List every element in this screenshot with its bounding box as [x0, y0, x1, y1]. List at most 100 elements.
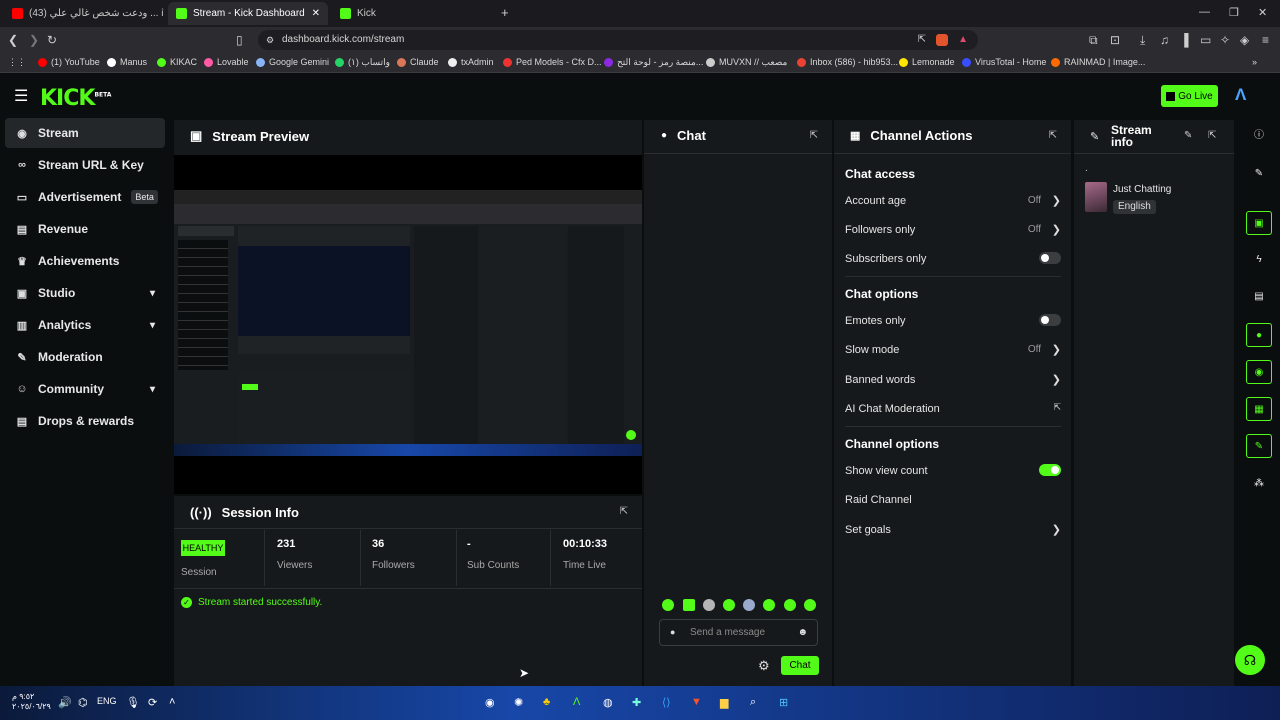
emoji-icon[interactable]: ☻	[797, 620, 808, 645]
network-icon[interactable]: ⌬	[78, 696, 88, 709]
session-info-toggle-icon[interactable]: ◉	[1246, 360, 1272, 384]
start-menu-icon[interactable]: ⊞	[779, 696, 788, 709]
row-banned-words[interactable]: Banned words ❯	[845, 374, 1061, 388]
app-puzzle-icon[interactable]: ✚	[632, 696, 641, 709]
layout-icon[interactable]: ⁂	[1246, 472, 1272, 496]
app-steam-icon[interactable]: ◍	[603, 696, 613, 709]
notes-icon[interactable]: ▤	[1246, 285, 1272, 309]
tab-kick[interactable]: Kick	[332, 2, 492, 25]
emote-icon[interactable]	[723, 599, 735, 611]
brave-rewards-icon[interactable]: ▲	[958, 30, 968, 50]
tray-icon[interactable]: ⟳	[148, 696, 157, 709]
row-raid-channel[interactable]: Raid Channel	[845, 494, 1061, 508]
bookmark-item[interactable]: Claude	[397, 57, 439, 67]
chat-toggle-icon[interactable]: ●	[1246, 323, 1272, 347]
row-set-goals[interactable]: Set goals ❯	[845, 524, 1061, 538]
close-window-button[interactable]: ✕	[1258, 6, 1267, 19]
bookmark-item[interactable]: VirusTotal - Home	[962, 57, 1046, 67]
channel-actions-toggle-icon[interactable]: ▦	[1246, 397, 1272, 421]
row-slow-mode[interactable]: Slow mode Off ❯	[845, 344, 1061, 358]
downloads-icon[interactable]: ⤓	[1140, 33, 1145, 48]
app-chatgpt-icon[interactable]: ✺	[514, 696, 523, 709]
bookmark-item[interactable]: Google Gemini	[256, 57, 329, 67]
site-info-icon[interactable]: ⚙	[266, 30, 274, 50]
bookmark-item[interactable]: منصة رمز - لوحة التح...	[604, 57, 703, 68]
emote-icon[interactable]	[743, 599, 755, 611]
app-kick-icon[interactable]: Λ	[573, 696, 580, 708]
emote-icon[interactable]	[662, 599, 674, 611]
system-clock[interactable]: ٩:٥٢ م ٢٠٢٥/٠٦/٢٩	[12, 692, 51, 712]
stream-info-toggle-icon[interactable]: ✎	[1246, 434, 1272, 458]
emote-icon[interactable]	[683, 599, 695, 611]
bookmark-item[interactable]: (1) YouTube	[38, 57, 100, 67]
bookmark-item[interactable]: Inbox (586) - hib953...	[797, 57, 898, 67]
media-icon[interactable]: ♫	[1160, 33, 1169, 47]
kick-logo[interactable]: KICKBETA	[40, 86, 111, 111]
reload-icon[interactable]: ↻	[47, 33, 57, 47]
menu-icon[interactable]: ≡	[1262, 33, 1269, 47]
chat-message-input[interactable]: ● Send a message ☻	[659, 619, 818, 646]
stream-preview-toggle-icon[interactable]: ▣	[1246, 211, 1272, 235]
popout-icon[interactable]: ⇱	[620, 506, 628, 517]
send-chat-button[interactable]: Chat	[781, 656, 819, 675]
leo-icon[interactable]: ✧	[1220, 33, 1230, 47]
bookmark-item[interactable]: Lemonade	[899, 57, 955, 67]
edit-pencil-icon[interactable]: ✎	[1184, 130, 1192, 141]
close-tab-icon[interactable]: ✕	[312, 8, 320, 19]
sidebar-item-analytics[interactable]: ▥ Analytics ▾	[5, 310, 165, 340]
sidebar-item-stream-url-key[interactable]: ∞ Stream URL & Key	[5, 150, 165, 180]
maximize-button[interactable]: ❐	[1229, 6, 1239, 19]
show-view-count-toggle[interactable]	[1039, 464, 1061, 476]
row-ai-chat-moderation[interactable]: AI Chat Moderation ⇱	[845, 402, 1061, 417]
forward-icon[interactable]: ❯	[29, 33, 39, 47]
app-brave-icon[interactable]: ▼	[691, 696, 702, 708]
bookmark-item[interactable]: KIKAC	[157, 57, 197, 67]
app-duck-icon[interactable]: ♣	[543, 696, 550, 708]
popout-icon[interactable]: ⇱	[1049, 130, 1057, 141]
app-obs-icon[interactable]: ◉	[485, 696, 495, 709]
bookmark-item[interactable]: Manus	[107, 57, 147, 67]
emote-icon[interactable]	[763, 599, 775, 611]
volume-icon[interactable]: 🔊	[58, 696, 72, 709]
sidebar-item-moderation[interactable]: ✎ Moderation	[5, 342, 165, 372]
more-bookmarks-icon[interactable]: »	[1252, 57, 1257, 67]
bookmark-item[interactable]: RAINMAD | Image...	[1051, 57, 1145, 67]
show-hidden-icons-icon[interactable]: ˄	[169, 696, 175, 708]
help-support-icon[interactable]: ☊	[1235, 645, 1265, 675]
go-live-button[interactable]: Go Live	[1161, 85, 1218, 107]
sidebar-item-achievements[interactable]: ♛ Achievements	[5, 246, 165, 276]
quick-actions-icon[interactable]: ϟ	[1246, 248, 1272, 272]
row-followers-only[interactable]: Followers only Off ❯	[845, 224, 1061, 238]
emote-icon[interactable]	[784, 599, 796, 611]
share-icon[interactable]: ⇱	[918, 30, 926, 50]
bookmark-item[interactable]: Ped Models - Cfx D...	[503, 57, 602, 67]
new-tab-button[interactable]: +	[501, 5, 509, 20]
wallet-icon[interactable]: ▭	[1200, 33, 1211, 47]
bookmark-icon[interactable]: ▯	[236, 33, 243, 47]
language-indicator[interactable]: ENG	[97, 696, 117, 706]
sidebar-item-community[interactable]: ☺ Community ▾	[5, 374, 165, 404]
app-vscode-icon[interactable]: ⟨⟩	[662, 696, 671, 709]
extensions-icon[interactable]: ⧉	[1089, 33, 1098, 48]
translate-icon[interactable]: ⊡	[1110, 33, 1120, 47]
sidebar-item-advertisement[interactable]: ▭ Advertisement Beta	[5, 182, 165, 212]
row-account-age[interactable]: Account age Off ❯	[845, 195, 1061, 209]
bookmark-item[interactable]: txAdmin	[448, 57, 494, 67]
apps-icon[interactable]: ⋮⋮	[8, 57, 26, 68]
hamburger-menu-icon[interactable]: ☰	[14, 86, 28, 106]
microphone-icon[interactable]: 🎙	[126, 696, 140, 709]
vpn-icon[interactable]: ◈	[1240, 33, 1249, 47]
tab-youtube[interactable]: (43) ودعت شخص غالي علي ... iTube	[4, 2, 164, 25]
sidebar-item-drops-rewards[interactable]: ▤ Drops & rewards	[5, 406, 165, 436]
url-field[interactable]: ⚙ dashboard.kick.com/stream ⇱ ▲	[258, 30, 978, 50]
app-file-explorer-icon[interactable]: ▆	[720, 696, 728, 709]
info-icon[interactable]: ⓘ	[1246, 124, 1272, 148]
subscribers-only-toggle[interactable]	[1039, 252, 1061, 264]
chat-settings-gear-icon[interactable]: ⚙	[758, 658, 770, 674]
back-icon[interactable]: ❮	[8, 33, 18, 47]
search-icon[interactable]: ⌕	[750, 696, 756, 709]
sidebar-toggle-icon[interactable]: ▐	[1180, 33, 1189, 47]
bookmark-item[interactable]: واتساب (١)	[335, 57, 390, 68]
edit-icon[interactable]: ✎	[1246, 162, 1272, 186]
emote-icon[interactable]	[703, 599, 715, 611]
